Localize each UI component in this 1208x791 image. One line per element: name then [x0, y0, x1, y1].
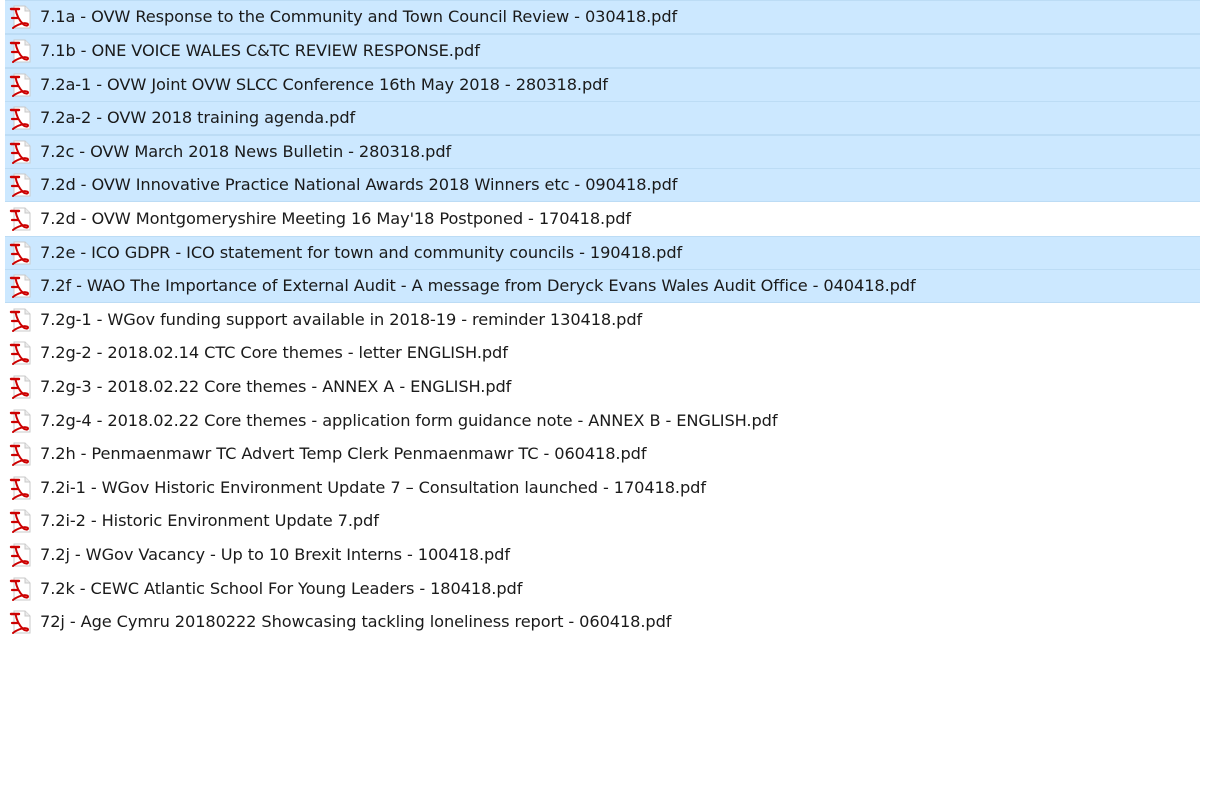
- file-name: 7.2k - CEWC Atlantic School For Young Le…: [40, 579, 523, 598]
- file-row-3[interactable]: 7.2a-1 - OVW Joint OVW SLCC Conference 1…: [5, 68, 1200, 102]
- file-name: 72j - Age Cymru 20180222 Showcasing tack…: [40, 612, 672, 631]
- file-name: 7.2g-1 - WGov funding support available …: [40, 310, 643, 329]
- file-name: 7.2g-2 - 2018.02.14 CTC Core themes - le…: [40, 343, 508, 362]
- file-row-13[interactable]: 7.2g-4 - 2018.02.22 Core themes - applic…: [5, 404, 778, 438]
- file-row-4[interactable]: 7.2a-2 - OVW 2018 training agenda.pdf: [5, 101, 1200, 135]
- pdf-file-icon: [9, 307, 35, 333]
- file-row-12[interactable]: 7.2g-3 - 2018.02.22 Core themes - ANNEX …: [5, 370, 511, 404]
- pdf-file-icon: [9, 105, 35, 131]
- pdf-file-icon: [9, 172, 35, 198]
- file-row-14[interactable]: 7.2h - Penmaenmawr TC Advert Temp Clerk …: [5, 437, 647, 471]
- file-name: 7.2c - OVW March 2018 News Bulletin - 28…: [40, 142, 452, 161]
- pdf-file-icon: [9, 542, 35, 568]
- pdf-file-icon: [9, 576, 35, 602]
- pdf-file-icon: [9, 38, 35, 64]
- pdf-file-icon: [9, 206, 35, 232]
- file-name: 7.2g-4 - 2018.02.22 Core themes - applic…: [40, 411, 778, 430]
- file-row-6[interactable]: 7.2d - OVW Innovative Practice National …: [5, 168, 1200, 202]
- file-row-18[interactable]: 7.2k - CEWC Atlantic School For Young Le…: [5, 572, 522, 606]
- file-row-9[interactable]: 7.2f - WAO The Importance of External Au…: [5, 269, 1200, 303]
- file-row-17[interactable]: 7.2j - WGov Vacancy - Up to 10 Brexit In…: [5, 538, 510, 572]
- file-name: 7.2g-3 - 2018.02.22 Core themes - ANNEX …: [40, 377, 512, 396]
- file-name: 7.2i-2 - Historic Environment Update 7.p…: [40, 511, 379, 530]
- pdf-file-icon: [9, 340, 35, 366]
- pdf-file-icon: [9, 475, 35, 501]
- file-name: 7.2e - ICO GDPR - ICO statement for town…: [40, 243, 683, 262]
- file-name: 7.2h - Penmaenmawr TC Advert Temp Clerk …: [40, 444, 647, 463]
- pdf-file-icon: [9, 273, 35, 299]
- file-name: 7.2d - OVW Innovative Practice National …: [40, 175, 678, 194]
- pdf-file-icon: [9, 139, 35, 165]
- file-row-11[interactable]: 7.2g-2 - 2018.02.14 CTC Core themes - le…: [5, 336, 508, 370]
- file-row-16[interactable]: 7.2i-2 - Historic Environment Update 7.p…: [5, 504, 379, 538]
- file-name: 7.2d - OVW Montgomeryshire Meeting 16 Ma…: [40, 209, 632, 228]
- pdf-file-icon: [9, 240, 35, 266]
- file-row-1[interactable]: 7.1a - OVW Response to the Community and…: [5, 0, 1200, 34]
- file-row-7[interactable]: 7.2d - OVW Montgomeryshire Meeting 16 Ma…: [5, 202, 631, 236]
- file-row-19[interactable]: 72j - Age Cymru 20180222 Showcasing tack…: [5, 605, 671, 639]
- file-row-8[interactable]: 7.2e - ICO GDPR - ICO statement for town…: [5, 236, 1200, 270]
- file-row-5[interactable]: 7.2c - OVW March 2018 News Bulletin - 28…: [5, 135, 1200, 169]
- pdf-file-icon: [9, 508, 35, 534]
- file-row-2[interactable]: 7.1b - ONE VOICE WALES C&TC REVIEW RESPO…: [5, 34, 1200, 68]
- file-list: 7.1a - OVW Response to the Community and…: [0, 0, 1208, 791]
- pdf-file-icon: [9, 374, 35, 400]
- file-name: 7.2i-1 - WGov Historic Environment Updat…: [40, 478, 706, 497]
- pdf-file-icon: [9, 408, 35, 434]
- file-name: 7.2a-2 - OVW 2018 training agenda.pdf: [40, 108, 356, 127]
- file-name: 7.2j - WGov Vacancy - Up to 10 Brexit In…: [40, 545, 510, 564]
- pdf-file-icon: [9, 441, 35, 467]
- file-name: 7.1b - ONE VOICE WALES C&TC REVIEW RESPO…: [40, 41, 480, 60]
- pdf-file-icon: [9, 4, 35, 30]
- pdf-file-icon: [9, 72, 35, 98]
- file-name: 7.1a - OVW Response to the Community and…: [40, 7, 678, 26]
- file-row-10[interactable]: 7.2g-1 - WGov funding support available …: [5, 303, 642, 337]
- file-row-15[interactable]: 7.2i-1 - WGov Historic Environment Updat…: [5, 471, 706, 505]
- file-name: 7.2a-1 - OVW Joint OVW SLCC Conference 1…: [40, 75, 608, 94]
- file-name: 7.2f - WAO The Importance of External Au…: [40, 276, 916, 295]
- pdf-file-icon: [9, 609, 35, 635]
